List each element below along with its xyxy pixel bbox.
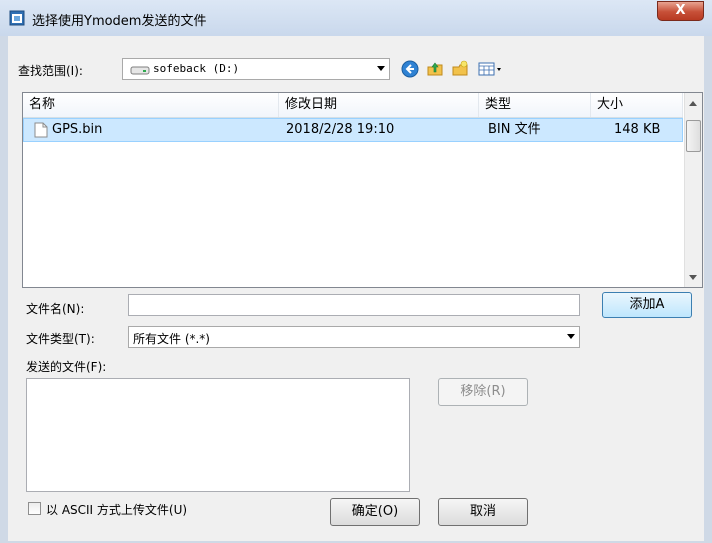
- chevron-down-icon: [567, 334, 575, 339]
- new-folder-icon[interactable]: [451, 60, 469, 78]
- file-list[interactable]: 名称 修改日期 类型 大小 GPS.bin 2018/2/28 19:10 BI…: [22, 92, 703, 288]
- ascii-checkbox-label: 以 ASCII 方式上传文件(U): [46, 503, 188, 517]
- app-icon: [9, 10, 25, 26]
- window-title: 选择使用Ymodem发送的文件: [32, 14, 207, 29]
- filetype-dropdown[interactable]: 所有文件 (*.*): [128, 326, 580, 348]
- lookin-label: 查找范围(I):: [18, 64, 83, 78]
- file-row[interactable]: GPS.bin 2018/2/28 19:10 BIN 文件 148 KB: [23, 118, 683, 142]
- column-header-type[interactable]: 类型: [479, 93, 591, 117]
- ascii-checkbox[interactable]: [28, 502, 41, 515]
- title-bar: 选择使用Ymodem发送的文件 X: [0, 0, 712, 36]
- list-scrollbar[interactable]: [684, 93, 702, 287]
- cancel-button[interactable]: 取消: [438, 498, 528, 526]
- list-header: 名称 修改日期 类型 大小: [23, 93, 683, 118]
- add-button[interactable]: 添加A: [602, 292, 692, 318]
- scroll-up-icon[interactable]: [689, 101, 697, 107]
- file-type: BIN 文件: [488, 122, 541, 137]
- filetype-label: 文件类型(T):: [26, 332, 95, 346]
- filetype-value: 所有文件 (*.*): [133, 332, 210, 346]
- view-menu-icon[interactable]: [478, 60, 504, 78]
- scroll-down-icon[interactable]: [689, 275, 697, 281]
- close-button[interactable]: X: [657, 1, 704, 21]
- lookin-value: sofeback (D:): [153, 62, 240, 75]
- file-modified: 2018/2/28 19:10: [286, 122, 395, 137]
- filename-input[interactable]: [128, 294, 580, 316]
- filename-label: 文件名(N):: [26, 302, 85, 316]
- column-header-name[interactable]: 名称: [23, 93, 279, 117]
- file-size: 148 KB: [614, 122, 661, 137]
- drive-icon: [130, 66, 150, 75]
- send-list-label: 发送的文件(F):: [26, 360, 107, 374]
- remove-button[interactable]: 移除(R): [438, 378, 528, 406]
- send-list[interactable]: [26, 378, 410, 492]
- file-icon: [34, 122, 48, 138]
- up-folder-icon[interactable]: [426, 60, 444, 78]
- file-dialog: 选择使用Ymodem发送的文件 X 查找范围(I): sofeback (D:): [0, 0, 712, 543]
- lookin-dropdown[interactable]: sofeback (D:): [122, 58, 390, 80]
- back-icon[interactable]: [401, 60, 419, 78]
- column-header-size[interactable]: 大小: [591, 93, 683, 117]
- file-name: GPS.bin: [52, 122, 103, 137]
- column-header-modified[interactable]: 修改日期: [279, 93, 479, 117]
- dialog-body: 查找范围(I): sofeback (D:) 名称 修改日期 类型 大小 GPS…: [8, 36, 704, 541]
- ok-button[interactable]: 确定(O): [330, 498, 420, 526]
- scroll-thumb[interactable]: [686, 120, 701, 152]
- chevron-down-icon: [377, 66, 385, 71]
